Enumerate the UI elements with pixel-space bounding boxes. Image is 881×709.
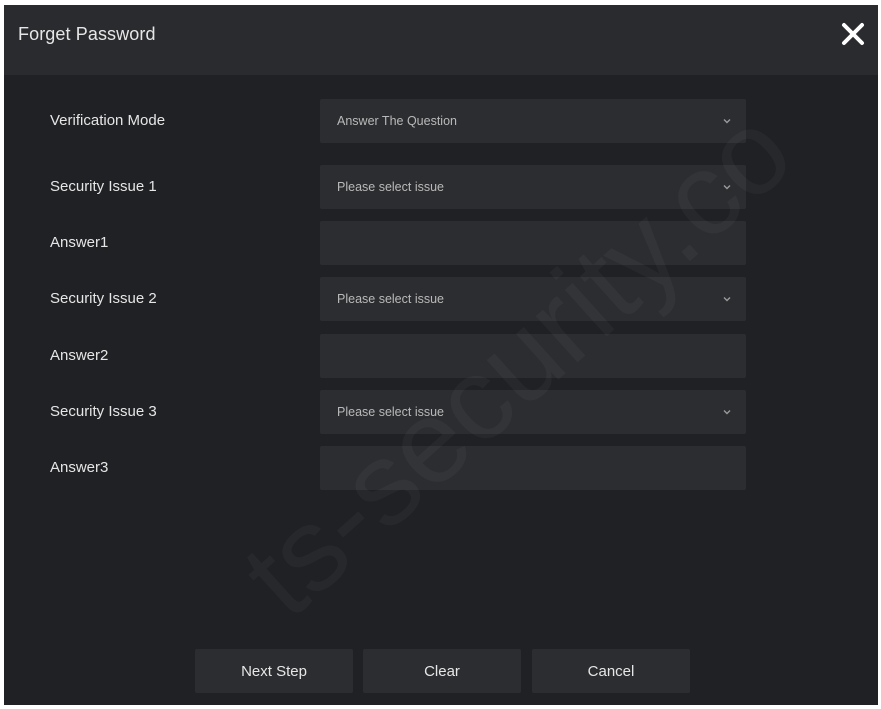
answer3-input[interactable] xyxy=(320,446,746,490)
form-row-security-issue-2: Security Issue 2 Please select issue xyxy=(4,277,878,321)
security-issue-3-label: Security Issue 3 xyxy=(50,403,157,420)
cancel-button[interactable]: Cancel xyxy=(532,649,690,693)
answer2-field xyxy=(320,334,746,378)
answer1-input[interactable] xyxy=(320,221,746,265)
answer2-input[interactable] xyxy=(320,334,746,378)
chevron-down-icon xyxy=(723,410,731,415)
security-issue-1-select[interactable]: Please select issue xyxy=(320,165,746,209)
form-row-security-issue-3: Security Issue 3 Please select issue xyxy=(4,390,878,434)
answer3-field xyxy=(320,446,746,490)
security-issue-2-label: Security Issue 2 xyxy=(50,290,157,307)
form-row-answer2: Answer2 xyxy=(4,334,878,378)
verification-mode-value: Answer The Question xyxy=(337,114,457,128)
security-issue-1-label: Security Issue 1 xyxy=(50,178,157,195)
verification-mode-label: Verification Mode xyxy=(50,112,166,129)
security-issue-1-value: Please select issue xyxy=(337,180,445,194)
answer2-label: Answer2 xyxy=(50,347,109,364)
verification-mode-select[interactable]: Answer The Question xyxy=(320,99,746,143)
clear-button[interactable]: Clear xyxy=(363,649,521,693)
dialog-title: Forget Password xyxy=(18,24,156,44)
answer1-field xyxy=(320,221,746,265)
dialog-titlebar: Forget Password xyxy=(4,5,878,75)
chevron-down-icon xyxy=(723,119,731,124)
form-row-answer1: Answer1 xyxy=(4,221,878,265)
answer3-label: Answer3 xyxy=(50,459,109,476)
next-step-button[interactable]: Next Step xyxy=(195,649,353,693)
chevron-down-icon xyxy=(723,185,731,190)
form-row-verification-mode: Verification Mode Answer The Question xyxy=(4,99,878,143)
security-issue-3-value: Please select issue xyxy=(337,405,445,419)
form-row-security-issue-1: Security Issue 1 Please select issue xyxy=(4,165,878,209)
forget-password-dialog: Forget Password Verification Mode Answer… xyxy=(4,5,878,705)
close-icon[interactable] xyxy=(840,21,866,47)
chevron-down-icon xyxy=(723,297,731,302)
security-issue-3-select[interactable]: Please select issue xyxy=(320,390,746,434)
form-row-answer3: Answer3 xyxy=(4,446,878,490)
answer1-label: Answer1 xyxy=(50,234,109,251)
security-issue-2-select[interactable]: Please select issue xyxy=(320,277,746,321)
security-issue-2-value: Please select issue xyxy=(337,292,445,306)
